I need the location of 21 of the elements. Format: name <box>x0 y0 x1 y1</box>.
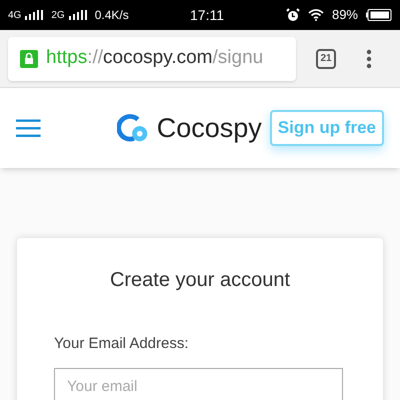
alarm-icon <box>286 8 300 22</box>
signal-icon <box>25 10 44 20</box>
network-label: 2G <box>51 8 65 22</box>
menu-icon[interactable] <box>16 118 41 138</box>
lock-icon <box>20 50 38 68</box>
email-label: Your Email Address: <box>54 334 190 354</box>
tab-count-button[interactable]: 21 <box>316 48 336 68</box>
signal-icon <box>68 10 87 20</box>
speed-text: 0.4K/s <box>94 7 129 24</box>
battery-percent: 89% <box>332 6 358 24</box>
url-text: https://cocospy.com/signu <box>46 46 264 70</box>
more-menu-icon[interactable] <box>366 48 372 68</box>
battery-icon <box>366 9 392 21</box>
brand-name: Cocospy <box>156 112 262 145</box>
wifi-icon <box>308 9 324 21</box>
logo-icon <box>116 112 149 144</box>
email-field[interactable]: Your email <box>54 368 343 400</box>
card-title: Create your account <box>108 268 292 293</box>
network-label: 4G <box>8 8 22 22</box>
clock-text: 17:11 <box>190 6 224 24</box>
address-bar[interactable]: https://cocospy.com/signu <box>8 36 296 80</box>
